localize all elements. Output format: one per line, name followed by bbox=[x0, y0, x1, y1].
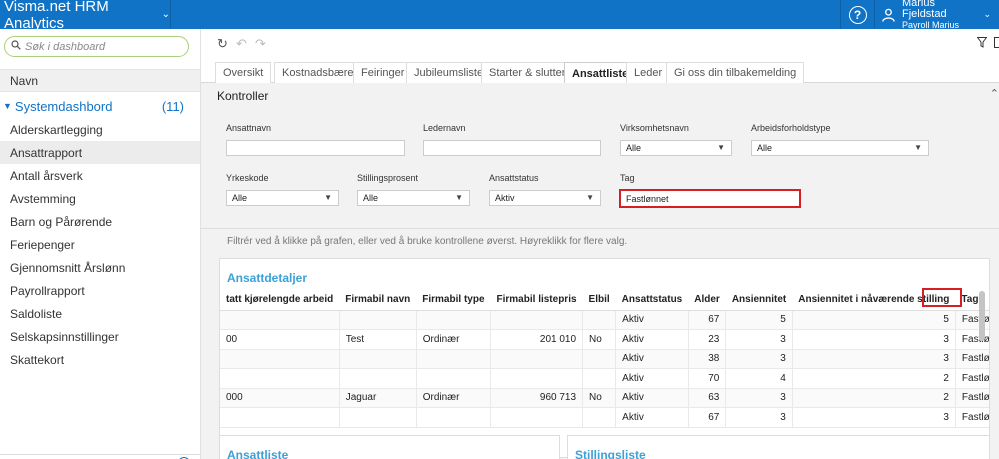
controls-title: Kontroller bbox=[217, 89, 269, 103]
panel-icon[interactable] bbox=[994, 37, 999, 48]
sidebar-item[interactable]: Saldoliste bbox=[0, 302, 200, 325]
app-switcher[interactable]: Visma.net HRM Analytics ⌄ bbox=[0, 0, 171, 32]
sidebar-item[interactable]: Alderskartlegging bbox=[0, 118, 200, 141]
toolbar: ↻ ↶ ↷ bbox=[201, 29, 999, 58]
sidebar-item[interactable]: Avstemming bbox=[0, 187, 200, 210]
ansattnavn-label: Ansattnavn bbox=[226, 123, 272, 133]
table-row[interactable]: Aktiv6733Fastlønnet bbox=[220, 407, 989, 428]
main-content: ↻ ↶ ↷ Oversikt Kostnadsbærere Feiringer … bbox=[201, 29, 999, 459]
column-header[interactable]: Firmabil type bbox=[416, 289, 491, 311]
dropdown-arrow-icon: ▼ bbox=[324, 193, 332, 202]
sidebar-group-count: (11) bbox=[161, 98, 184, 114]
virksomhetsnavn-label: Virksomhetsnavn bbox=[620, 123, 689, 133]
table-row[interactable]: Aktiv3833Fastlønnet bbox=[220, 349, 989, 369]
sidebar-item[interactable]: Feriepenger bbox=[0, 233, 200, 256]
table-row[interactable]: 000 Jaguar Ordinær 960 713 No Aktiv 63 3 2 Fastlø… bbox=[220, 388, 989, 408]
stillingsliste-panel: Stillingsliste bbox=[567, 435, 990, 459]
column-header[interactable]: Firmabil navn bbox=[339, 289, 417, 311]
controls-panel: Kontroller ⌃ Ansattnavn Ledernavn Virkso… bbox=[201, 83, 999, 229]
dashboard-search[interactable] bbox=[4, 36, 189, 57]
vertical-scrollbar[interactable] bbox=[979, 291, 985, 341]
sidebar-item[interactable]: Payrollrapport bbox=[0, 279, 200, 302]
arbeidsforholdstype-label: Arbeidsforholdstype bbox=[751, 123, 831, 133]
ansattliste-panel: Ansattliste bbox=[219, 435, 560, 459]
search-icon bbox=[11, 40, 21, 53]
sidebar-item[interactable]: Barn og Pårørende bbox=[0, 210, 200, 233]
sidebar: Navn ▼ Systemdashbord (11) Alderskartleg… bbox=[0, 29, 201, 459]
ansattstatus-select[interactable]: Aktiv ▼ bbox=[489, 190, 601, 206]
search-input[interactable] bbox=[25, 40, 175, 53]
dropdown-arrow-icon: ▼ bbox=[914, 143, 922, 152]
filter-icon[interactable] bbox=[976, 37, 988, 51]
chevron-down-icon: ▼ bbox=[3, 101, 12, 111]
column-header[interactable]: Ansiennitet bbox=[725, 289, 793, 311]
tab-oversikt[interactable]: Oversikt bbox=[215, 62, 272, 83]
sidebar-item[interactable]: Ansattrapport bbox=[0, 141, 200, 164]
dropdown-arrow-icon: ▼ bbox=[455, 193, 463, 202]
stillingsprosent-select[interactable]: Alle ▼ bbox=[357, 190, 470, 206]
column-header[interactable]: Firmabil listepris bbox=[490, 289, 583, 311]
app-title: Visma.net HRM Analytics bbox=[4, 0, 109, 32]
chevron-down-icon: ⌄ bbox=[983, 9, 991, 19]
sidebar-footer bbox=[0, 454, 200, 459]
sidebar-group-systemdashbord[interactable]: ▼ Systemdashbord (11) bbox=[0, 95, 200, 117]
tab-leder[interactable]: Leder bbox=[626, 62, 671, 83]
yrkeskode-select[interactable]: Alle ▼ bbox=[226, 190, 339, 206]
column-header[interactable]: Ansattstatus bbox=[615, 289, 689, 311]
yrkeskode-label: Yrkeskode bbox=[226, 173, 269, 183]
sidebar-group-label: Systemdashbord bbox=[14, 98, 113, 114]
tag-field[interactable]: Fastlønnet bbox=[619, 189, 801, 208]
ledernavn-field[interactable] bbox=[423, 140, 601, 156]
top-bar: Visma.net HRM Analytics ⌄ ? Marius Fjeld… bbox=[0, 0, 999, 32]
panel-title: Stillingsliste bbox=[575, 448, 646, 459]
user-name: Marius Fjeldstad bbox=[901, 0, 947, 20]
tab-feiringer[interactable]: Feiringer bbox=[353, 62, 413, 83]
filter-hint: Filtrér ved å klikke på grafen, eller ve… bbox=[227, 236, 628, 247]
ledernavn-label: Ledernavn bbox=[423, 123, 466, 133]
dropdown-arrow-icon: ▼ bbox=[717, 143, 725, 152]
redo-icon[interactable]: ↷ bbox=[255, 36, 266, 52]
dropdown-arrow-icon: ▼ bbox=[586, 193, 594, 202]
sidebar-item[interactable]: Gjennomsnitt Årslønn bbox=[0, 256, 200, 279]
table-header-row: tatt kjørelengde arbeid Firmabil navn Fi… bbox=[220, 289, 989, 311]
sidebar-item[interactable]: Selskapsinnstillinger bbox=[0, 325, 200, 348]
tab-starter-slutter[interactable]: Starter & slutter bbox=[481, 62, 574, 83]
table-row[interactable]: Aktiv7042Fastlønnet bbox=[220, 368, 989, 389]
virksomhetsnavn-select[interactable]: Alle ▼ bbox=[620, 140, 732, 156]
refresh-icon[interactable]: ↻ bbox=[217, 36, 228, 52]
undo-icon[interactable]: ↶ bbox=[236, 36, 247, 52]
column-header[interactable]: Alder bbox=[688, 289, 726, 311]
tag-label: Tag bbox=[620, 173, 635, 183]
ansattdetaljer-panel: Ansattdetaljer tatt kjørelengde arbeid F… bbox=[219, 258, 990, 458]
ansattdetaljer-table: tatt kjørelengde arbeid Firmabil navn Fi… bbox=[220, 289, 989, 428]
tab-tilbakemelding[interactable]: Gi oss din tilbakemelding bbox=[666, 62, 805, 83]
ansattnavn-field[interactable] bbox=[226, 140, 405, 156]
column-header[interactable]: Elbil bbox=[582, 289, 616, 311]
sidebar-list: Alderskartlegging Ansattrapport Antall å… bbox=[0, 118, 200, 371]
stillingsprosent-label: Stillingsprosent bbox=[357, 173, 419, 183]
tab-bar: Oversikt Kostnadsbærere Feiringer Jubile… bbox=[201, 58, 999, 84]
table-row[interactable]: Aktiv6755Fastlønnet bbox=[220, 310, 989, 330]
chevron-up-icon[interactable]: ⌃ bbox=[990, 87, 999, 100]
user-icon bbox=[882, 8, 895, 22]
panel-title: Ansattliste bbox=[227, 448, 289, 459]
tags-column-highlight bbox=[922, 288, 962, 307]
panel-title: Ansattdetaljer bbox=[227, 271, 308, 285]
ansattstatus-label: Ansattstatus bbox=[489, 173, 539, 183]
sidebar-column-header[interactable]: Navn bbox=[0, 69, 200, 92]
help-icon: ? bbox=[848, 5, 867, 24]
user-menu[interactable]: Marius Fjeldstad Payroll Marius ⌄ bbox=[874, 0, 999, 30]
column-header[interactable]: tatt kjørelengde arbeid bbox=[220, 289, 340, 311]
arbeidsforholdstype-select[interactable]: Alle ▼ bbox=[751, 140, 929, 156]
tab-jubileumsliste[interactable]: Jubileumsliste bbox=[406, 62, 492, 83]
chevron-down-icon: ⌄ bbox=[161, 9, 170, 20]
table-row[interactable]: 00TestOrdinær201 010NoAktiv2333Fastlønne… bbox=[220, 329, 989, 350]
help-button[interactable]: ? bbox=[840, 0, 874, 29]
sidebar-item[interactable]: Antall årsverk bbox=[0, 164, 200, 187]
sidebar-item[interactable]: Skattekort bbox=[0, 348, 200, 371]
